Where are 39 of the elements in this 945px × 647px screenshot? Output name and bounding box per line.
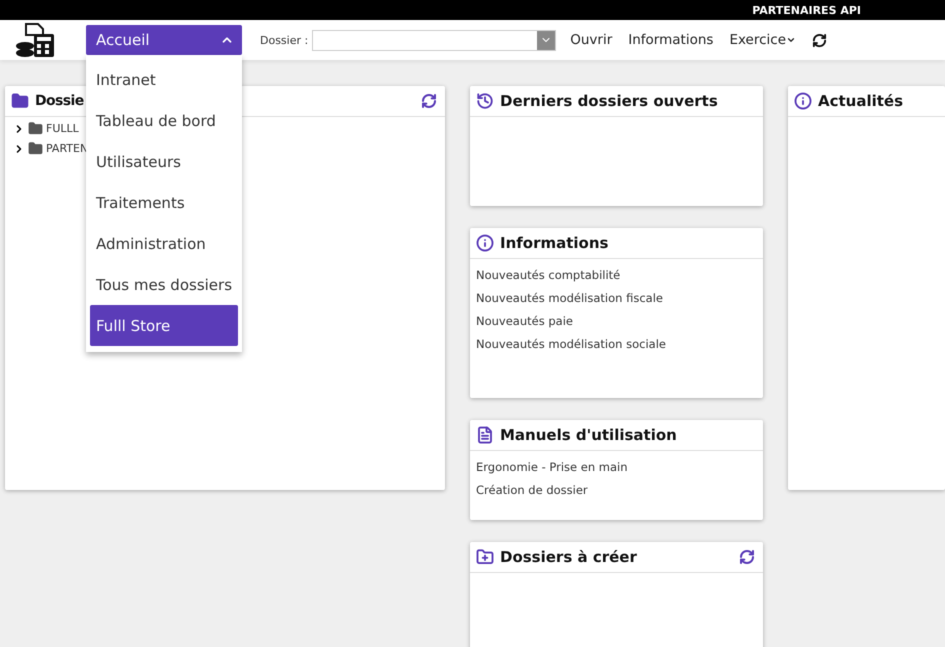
card-title: Dossiers à créer <box>500 548 638 566</box>
menu-item[interactable]: Tous mes dossiers <box>90 264 238 305</box>
menu-item[interactable]: Fulll Store <box>90 305 238 346</box>
document-icon <box>476 426 494 444</box>
refresh-icon[interactable] <box>739 549 755 565</box>
refresh-icon[interactable] <box>421 93 437 109</box>
info-icon <box>476 234 494 252</box>
tree-item[interactable]: FULLL <box>46 122 79 135</box>
nav-link[interactable]: Informations <box>628 32 714 48</box>
folder-plus-icon <box>476 548 494 566</box>
nav-link[interactable]: Ouvrir <box>570 32 612 48</box>
dossier-label: Dossier : <box>260 34 308 46</box>
card-title: Derniers dossiers ouverts <box>500 92 719 110</box>
history-icon <box>476 92 494 110</box>
card-title: Manuels d'utilisation <box>500 426 678 444</box>
card-link[interactable]: Création de dossier <box>476 482 757 499</box>
card-link[interactable]: Nouveautés modélisation fiscale <box>476 290 757 307</box>
refresh-icon[interactable] <box>812 32 828 48</box>
card-title: Dossie <box>35 93 85 109</box>
folder-icon <box>28 121 43 136</box>
info-icon <box>794 92 812 110</box>
folder-icon <box>11 92 29 110</box>
menu-item[interactable]: Utilisateurs <box>90 141 238 182</box>
folder-icon <box>28 141 43 156</box>
menu-item[interactable]: Intranet <box>90 59 238 100</box>
app-title: PARTENAIRES API <box>752 4 861 16</box>
menu-item[interactable]: Traitements <box>90 182 238 223</box>
caret-icon <box>786 35 796 45</box>
menu-item[interactable]: Administration <box>90 223 238 264</box>
card-link[interactable]: Nouveautés comptabilité <box>476 267 757 284</box>
dropdown-link[interactable]: Exercice <box>729 32 796 48</box>
card-link[interactable]: Nouveautés paie <box>476 313 757 330</box>
card-title: Informations <box>500 234 610 252</box>
card-title: Actualités <box>818 92 904 110</box>
card-link[interactable]: Ergonomie - Prise en main <box>476 459 757 476</box>
menu-button[interactable]: Accueil <box>86 25 242 55</box>
card-link[interactable]: Nouveautés modélisation sociale <box>476 336 757 353</box>
menu-item[interactable]: Tableau de bord <box>90 100 238 141</box>
dossier-select[interactable] <box>312 30 556 50</box>
